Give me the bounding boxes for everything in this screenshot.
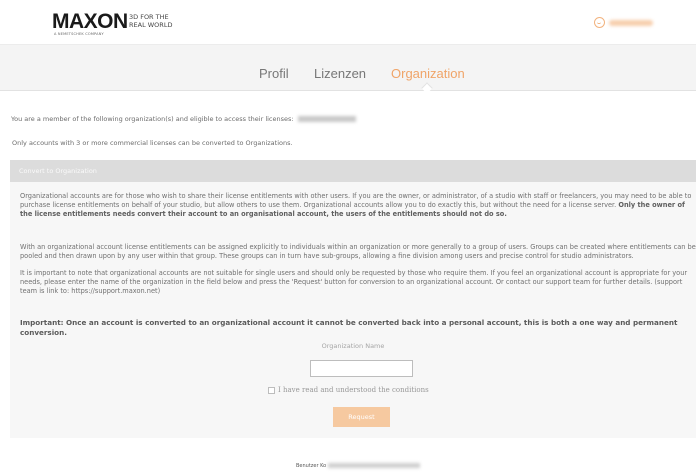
tagline: 3D FOR THE REAL WORLD bbox=[129, 13, 173, 29]
conditions-row: I have read and understood the condition… bbox=[268, 386, 429, 394]
membership-text: You are a member of the following organi… bbox=[11, 115, 294, 123]
suitability-paragraph: It is important to note that organizatio… bbox=[20, 269, 688, 295]
tab-bar: Profil Lizenzen Organization bbox=[0, 44, 696, 94]
tab-profil[interactable]: Profil bbox=[259, 66, 289, 81]
request-button[interactable]: Request bbox=[333, 407, 390, 427]
tab-organization[interactable]: Organization bbox=[391, 66, 465, 81]
maxon-logo[interactable]: MAXON bbox=[52, 10, 128, 34]
footer-user-info: Benutzer Ko bbox=[296, 463, 421, 469]
footer-user-redacted bbox=[328, 463, 421, 468]
eligibility-message: Only accounts with 3 or more commercial … bbox=[12, 139, 293, 147]
footer-user-label: Benutzer Ko bbox=[296, 463, 327, 469]
convert-heading: Convert to Organization bbox=[19, 167, 97, 175]
header: MAXON A NEMETSCHEK COMPANY 3D FOR THE RE… bbox=[0, 0, 696, 44]
user-menu[interactable] bbox=[594, 17, 653, 28]
intro-text: Organizational accounts are for those wh… bbox=[20, 192, 692, 209]
conditions-label[interactable]: I have read and understood the condition… bbox=[278, 386, 429, 394]
conditions-checkbox[interactable] bbox=[268, 386, 275, 394]
active-tab-caret bbox=[421, 82, 433, 94]
important-warning: Important: Once an account is converted … bbox=[20, 318, 678, 337]
intro-paragraph: Organizational accounts are for those wh… bbox=[20, 192, 696, 219]
tab-lizenzen[interactable]: Lizenzen bbox=[314, 66, 366, 81]
user-circle-icon[interactable] bbox=[594, 17, 605, 28]
organization-name-redacted bbox=[297, 116, 356, 122]
organization-name-label: Organization Name bbox=[321, 342, 385, 350]
user-name-redacted[interactable] bbox=[609, 19, 653, 26]
groups-paragraph: With an organizational account license e… bbox=[20, 243, 696, 260]
logo-subtitle: A NEMETSCHEK COMPANY bbox=[54, 32, 104, 36]
organization-name-input[interactable] bbox=[310, 360, 413, 377]
convert-panel: Organizational accounts are for those wh… bbox=[10, 182, 696, 438]
membership-message: You are a member of the following organi… bbox=[11, 115, 356, 123]
tagline-text: 3D FOR THE REAL WORLD bbox=[129, 13, 173, 29]
footer: Benutzer Ko bbox=[0, 446, 696, 476]
convert-panel-header: Convert to Organization bbox=[10, 160, 696, 182]
